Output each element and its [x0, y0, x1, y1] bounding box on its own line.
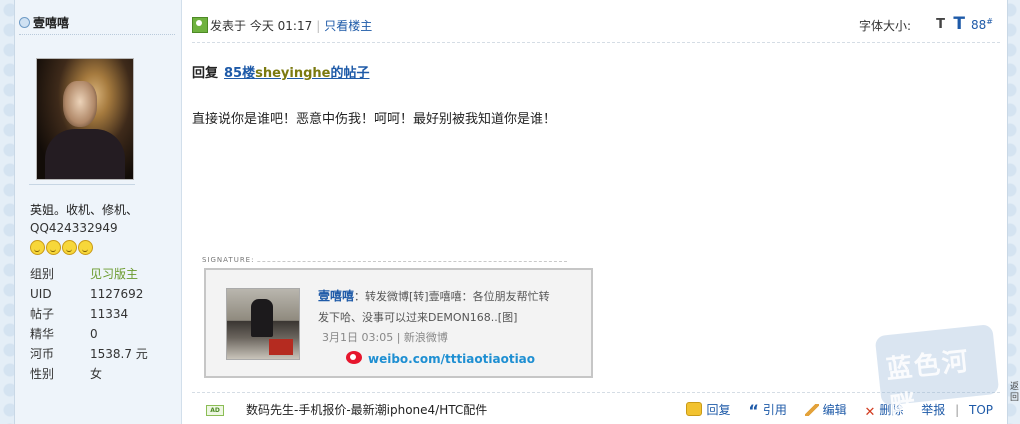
- reply-link-floor[interactable]: 85楼: [224, 66, 255, 81]
- font-big-button[interactable]: T: [953, 14, 965, 34]
- ad-badge: AD: [206, 405, 224, 416]
- author-custom-title: 英姐。收机、修机、: [30, 203, 139, 217]
- author-stats: 组别 见习版主 UID 1127692 帖子 11334 精华 0 河币 1538.7 元…: [30, 264, 148, 384]
- edit-icon: [804, 404, 819, 416]
- online-status-icon: [19, 17, 30, 28]
- stat-key: 组别: [30, 267, 55, 281]
- stat-value: 0: [90, 327, 98, 341]
- stat-key: 精华: [30, 327, 55, 341]
- delete-icon: ✕: [864, 405, 876, 420]
- stat-row: 性别 女: [30, 364, 148, 384]
- reply-button-label[interactable]: 回复: [706, 403, 730, 417]
- stat-row: 河币 1538.7 元: [30, 344, 148, 364]
- edit-button[interactable]: 编辑: [804, 403, 847, 417]
- quote-button-label[interactable]: 引用: [763, 403, 787, 417]
- divider: [29, 184, 135, 185]
- smiley-icon: [46, 240, 61, 255]
- signature-name[interactable]: 壹嘻嘻: [318, 289, 354, 303]
- post-content: 直接说你是谁吧！恶意中伤我！呵呵！最好别被我知道你是谁！: [192, 112, 557, 127]
- signature-thumbnail[interactable]: [226, 288, 300, 360]
- stat-row: UID 1127692: [30, 284, 148, 304]
- divider: [192, 392, 1000, 393]
- reply-heading: 回复 85楼sheyinghe的帖子: [192, 62, 370, 81]
- signature-text: 壹嘻嘻：转发微博[转]壹嘻嘻：各位朋友帮忙转发下哈、没事可以过来DEMON168…: [318, 286, 558, 328]
- site-watermark: 蓝色河畔: [874, 324, 1000, 422]
- stat-row: 帖子 11334: [30, 304, 148, 324]
- stat-value: 11334: [90, 307, 129, 321]
- author-name-text[interactable]: 壹嘻嘻: [33, 16, 69, 30]
- smiley-icon: [62, 240, 77, 255]
- font-small-button[interactable]: T: [936, 17, 945, 32]
- floor-number[interactable]: 88#: [971, 17, 993, 32]
- weibo-link[interactable]: weibo.com/tttiaotiaotiao: [368, 352, 535, 366]
- post-meta: 发表于 今天 01:17 | 只看楼主: [210, 19, 373, 33]
- signature-date: 3月1日 03:05 | 新浪微博: [322, 331, 448, 344]
- floor-value[interactable]: 88: [971, 18, 986, 32]
- post-frame: 壹嘻嘻 英姐。收机、修机、 QQ424332949 组别 见习版主 UID 1127…: [14, 0, 1008, 424]
- stat-value: 1127692: [90, 287, 144, 301]
- reply-link-user[interactable]: sheyinghe: [255, 66, 330, 81]
- stat-key: UID: [30, 287, 52, 301]
- smiley-icon: [78, 240, 93, 255]
- weibo-icon: [346, 351, 362, 364]
- floor-mark: #: [986, 17, 993, 26]
- stat-key: 河币: [30, 347, 55, 361]
- divider: [19, 34, 175, 35]
- back-to-top-edge[interactable]: 返回: [1010, 382, 1020, 404]
- stat-key: 帖子: [30, 307, 55, 321]
- posted-label: 发表于: [210, 19, 247, 33]
- watermark-text: 蓝色河畔: [884, 346, 972, 423]
- reply-button[interactable]: 回复: [686, 402, 730, 417]
- author-qq: QQ424332949: [30, 221, 118, 235]
- reply-link-suffix[interactable]: 的帖子: [330, 66, 369, 81]
- quote-icon: “: [748, 401, 759, 420]
- posted-time: 今天 01:17: [249, 19, 313, 33]
- author-sidebar: 壹嘻嘻 英姐。收机、修机、 QQ424332949 组别 见习版主 UID 1127…: [15, 0, 182, 424]
- reply-target-link[interactable]: 85楼sheyinghe的帖子: [224, 66, 369, 81]
- stat-value: 女: [90, 367, 103, 381]
- stat-value: 见习版主: [90, 267, 139, 281]
- stat-row: 精华 0: [30, 324, 148, 344]
- stat-row: 组别 见习版主: [30, 264, 148, 284]
- avatar[interactable]: [36, 58, 134, 180]
- author-name[interactable]: 壹嘻嘻: [19, 14, 69, 31]
- reply-label: 回复: [192, 66, 219, 81]
- post-author-icon: [192, 17, 208, 33]
- rank-stars: [30, 240, 94, 258]
- smiley-icon: [30, 240, 45, 255]
- edit-button-label[interactable]: 编辑: [823, 403, 847, 417]
- quote-button[interactable]: “ 引用: [748, 401, 787, 420]
- stat-value: 1538.7 元: [90, 347, 148, 361]
- signature-card[interactable]: 壹嘻嘻：转发微博[转]壹嘻嘻：各位朋友帮忙转发下哈、没事可以过来DEMON168…: [204, 268, 593, 378]
- signature-label: SIGNATURE:: [202, 256, 258, 264]
- ad-link[interactable]: 数码先生-手机报价-最新潮iphone4/HTC配件: [246, 401, 487, 418]
- only-author-link[interactable]: 只看楼主: [324, 19, 372, 33]
- font-size-label: 字体大小:: [858, 19, 911, 33]
- reply-icon: [686, 402, 703, 416]
- divider: [192, 42, 1000, 43]
- stat-key: 性别: [30, 367, 55, 381]
